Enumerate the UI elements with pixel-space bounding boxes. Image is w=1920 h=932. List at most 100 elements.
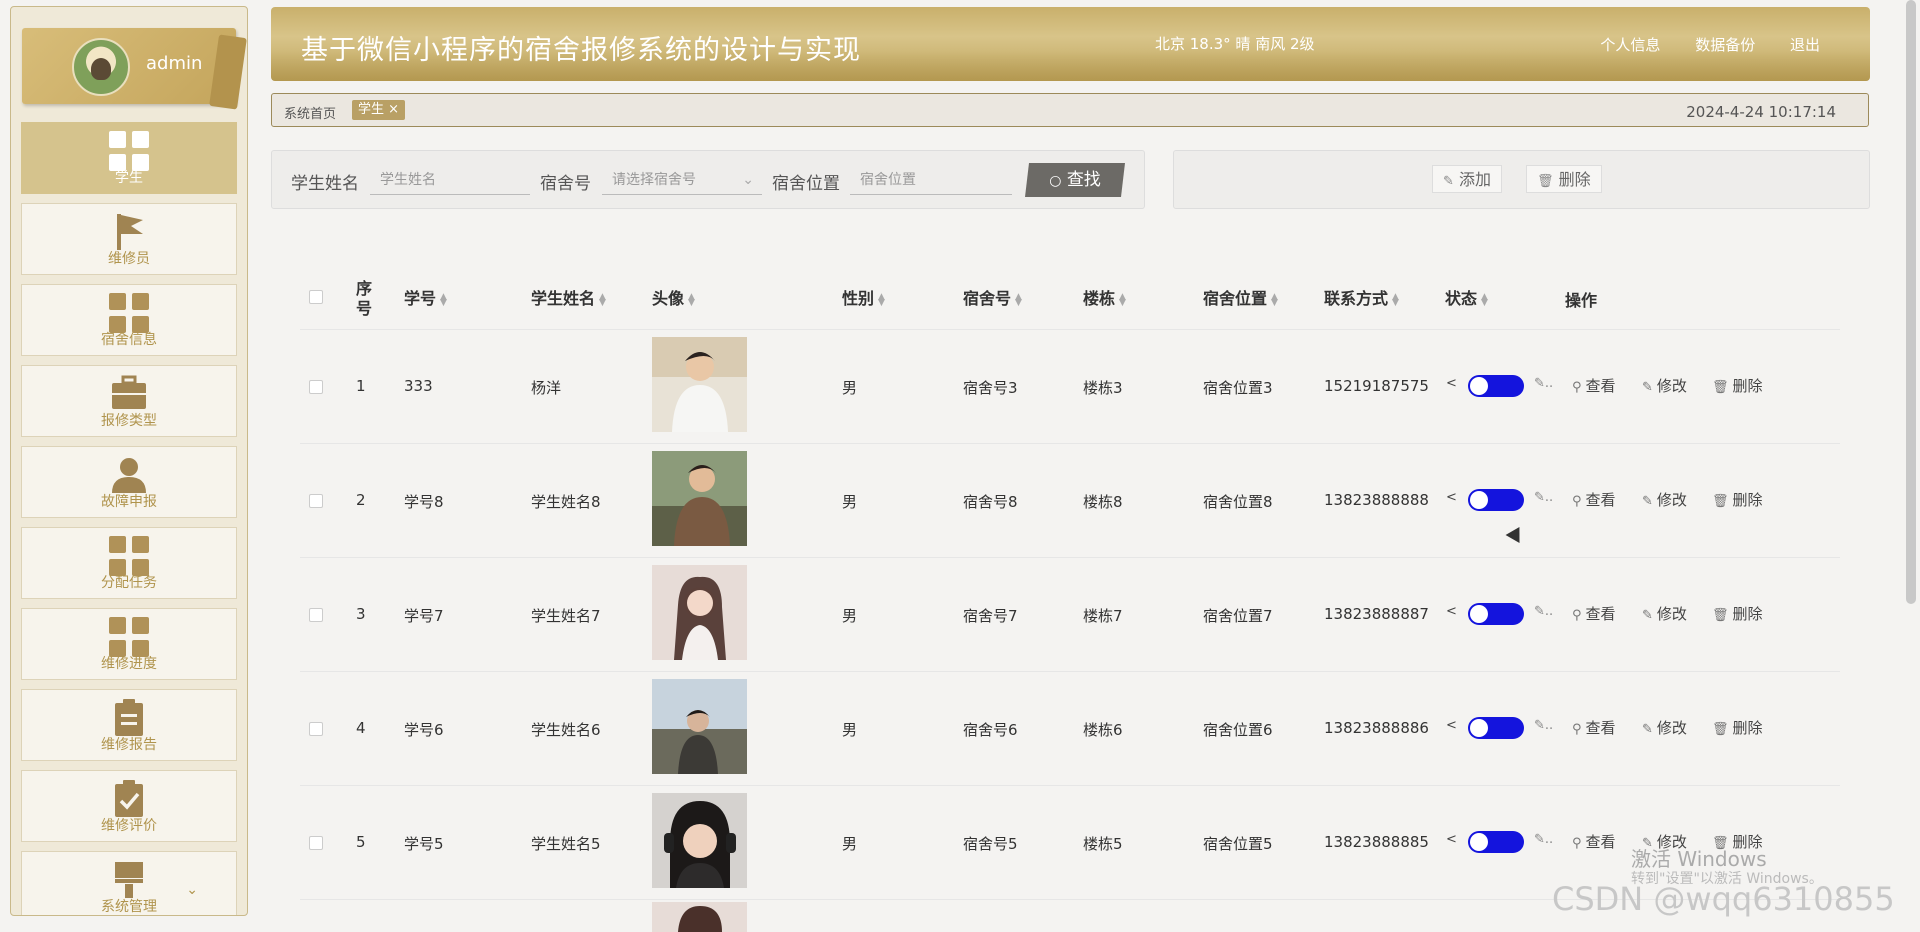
row-checkbox[interactable] [309,608,323,622]
brush-icon [115,862,143,898]
share-icon[interactable]: < [1446,490,1457,505]
dorm-label: 宿舍号 [540,174,591,194]
status-toggle[interactable] [1468,717,1524,739]
edit-button[interactable]: ✎ 修改 [1642,603,1687,624]
cell-dorm: 宿舍号7 [963,607,1018,625]
add-button[interactable]: ✎ 添加 [1432,165,1503,193]
status-toggle[interactable] [1468,831,1524,853]
view-button[interactable]: ⚲ 查看 [1572,603,1616,624]
col-header-avatar[interactable]: 头像 ▲ ▼ [652,285,695,309]
col-header-gender[interactable]: 性别 ▲ ▼ [842,285,885,309]
sidebar-item-fault-report[interactable]: 故障申报 [21,446,237,518]
csdn-watermark: CSDN @wqq6310855 [1552,880,1895,918]
edit-icon: ✎ [1443,174,1454,189]
status-toggle[interactable] [1468,489,1524,511]
share-icon[interactable]: < [1446,604,1457,619]
delete-row-button[interactable]: 🗑 删除 [1712,375,1763,396]
row-checkbox[interactable] [309,836,323,850]
find-button[interactable]: ○ 查找 [1025,163,1125,197]
search-icon: ⚲ [1572,494,1582,509]
student-photo[interactable] [652,337,747,432]
cell-building: 楼栋3 [1083,379,1123,397]
cell-dorm: 宿舍号5 [963,835,1018,853]
sidebar-item-repair-progress[interactable]: 维修进度 [21,608,237,680]
sidebar-item-label: 报修类型 [101,413,157,429]
student-name-input[interactable]: 学生姓名 [370,165,530,195]
row-checkbox[interactable] [309,722,323,736]
sidebar-item-repair-type[interactable]: 报修类型 [21,365,237,437]
tag-student-active[interactable]: 学生 × [352,100,406,120]
student-photo[interactable] [652,793,747,888]
sidebar-item-repairman[interactable]: 维修员 [21,203,237,275]
col-header-dorm[interactable]: 宿舍号 ▲ ▼ [963,285,1022,309]
pen-icon[interactable]: ✎.. [1534,832,1553,847]
delete-row-button[interactable]: 🗑 删除 [1712,489,1763,510]
student-photo[interactable] [652,565,747,660]
status-toggle[interactable] [1468,375,1524,397]
cell-id: 333 [404,377,433,395]
sidebar-item-label: 学生 [115,170,143,186]
header-links: 个人信息 数据备份 退出 [1570,34,1820,55]
backup-link[interactable]: 数据备份 [1695,36,1755,54]
select-all-checkbox[interactable] [309,290,323,304]
col-header-location[interactable]: 宿舍位置 ▲ ▼ [1203,285,1278,309]
profile-link[interactable]: 个人信息 [1600,36,1660,54]
cell-dorm: 宿舍号6 [963,721,1018,739]
student-photo[interactable] [652,451,747,546]
share-icon[interactable]: < [1446,376,1457,391]
sidebar-item-system-management[interactable]: ⌄ 系统管理 [21,851,237,915]
sidebar-item-assign-task[interactable]: 分配任务 [21,527,237,599]
sidebar-item-student[interactable]: 学生 [21,122,237,194]
tag-home[interactable]: 系统首页 [284,103,336,122]
row-checkbox[interactable] [309,494,323,508]
student-photo[interactable] [652,679,747,774]
trash-icon: 🗑 [1712,608,1729,623]
sidebar-item-repair-report[interactable]: 维修报告 [21,689,237,761]
table-row: 4 学号6 学生姓名6 男 宿舍号6 楼栋6 宿舍位置6 13823888886… [300,672,1840,786]
delete-row-button[interactable]: 🗑 删除 [1712,603,1763,624]
share-icon[interactable]: < [1446,832,1457,847]
grid-icon [109,536,149,576]
view-button[interactable]: ⚲ 查看 [1572,717,1616,738]
edit-button[interactable]: ✎ 修改 [1642,489,1687,510]
sidebar-item-dorm-info[interactable]: 宿舍信息 [21,284,237,356]
col-header-status[interactable]: 状态 ▲ ▼ [1445,285,1488,309]
action-panel: ✎ 添加 🗑 删除 [1173,150,1870,209]
pen-icon[interactable]: ✎.. [1534,376,1553,391]
cell-id: 学号6 [404,721,444,739]
dorm-select[interactable]: 请选择宿舍号 ⌄ [602,165,762,195]
user-card[interactable]: admin [22,28,247,110]
delete-button[interactable]: 🗑 删除 [1526,165,1602,193]
sidebar-item-label: 维修进度 [101,656,157,672]
edit-button[interactable]: ✎ 修改 [1642,375,1687,396]
view-button[interactable]: ⚲ 查看 [1572,831,1616,852]
col-header-phone[interactable]: 联系方式 ▲ ▼ [1324,285,1399,309]
sidebar-item-label: 宿舍信息 [101,332,157,348]
share-icon[interactable]: < [1446,718,1457,733]
view-button[interactable]: ⚲ 查看 [1572,489,1616,510]
pen-icon[interactable]: ✎.. [1534,604,1553,619]
location-input[interactable]: 宿舍位置 [850,165,1012,195]
col-header-no: 序号 [356,279,373,318]
edit-button[interactable]: ✎ 修改 [1642,717,1687,738]
top-header: 基于微信小程序的宿舍报修系统的设计与实现 北京 18.3° 晴 南风 2级 个人… [271,7,1870,81]
cell-location: 宿舍位置7 [1203,607,1273,625]
delete-row-button[interactable]: 🗑 删除 [1712,717,1763,738]
sidebar-menu: 学生 维修员 宿舍信息 报修类型 故障申报 分配任务 维修进度 维修报告 维修评… [21,122,237,915]
table-row: 3 学号7 学生姓名7 男 宿舍号7 楼栋7 宿舍位置7 13823888887… [300,558,1840,672]
col-header-id[interactable]: 学号 ▲ ▼ [404,285,447,309]
logout-link[interactable]: 退出 [1790,36,1820,54]
sidebar-item-repair-evaluation[interactable]: 维修评价 [21,770,237,842]
student-photo-partial[interactable] [652,902,747,932]
view-button[interactable]: ⚲ 查看 [1572,375,1616,396]
col-header-building[interactable]: 楼栋 ▲ ▼ [1083,285,1126,309]
student-table: 序号 学号 ▲ ▼ 学生姓名 ▲ ▼ 头像 ▲ ▼ 性别 ▲ ▼ 宿舍号 ▲ ▼ 楼栋 ▲ ▼ 宿舍位置… [300,265,1840,932]
edit-icon: ✎ [1642,380,1653,395]
row-checkbox[interactable] [309,380,323,394]
pen-icon[interactable]: ✎.. [1534,718,1553,733]
page-scrollbar[interactable] [1906,0,1916,604]
col-header-name[interactable]: 学生姓名 ▲ ▼ [531,285,606,309]
status-toggle[interactable] [1468,603,1524,625]
clipboard-check-icon [115,780,143,817]
pen-icon[interactable]: ✎.. [1534,490,1553,505]
